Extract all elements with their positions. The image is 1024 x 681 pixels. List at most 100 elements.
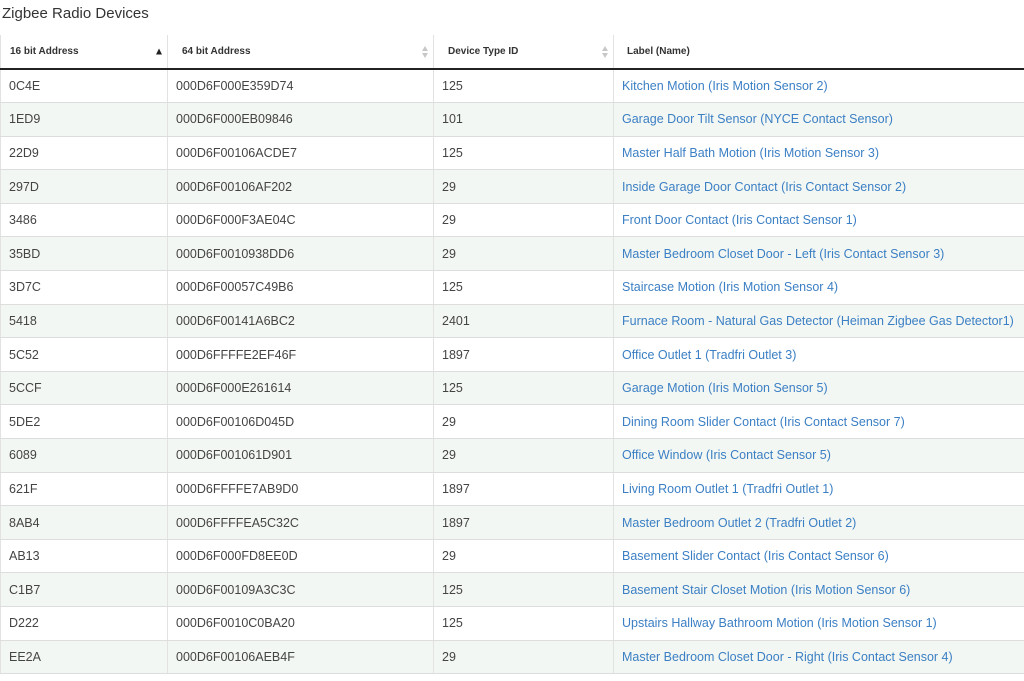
column-label: Label (Name) bbox=[627, 46, 690, 57]
cell-16bit-address: EE2A bbox=[0, 640, 168, 675]
cell-64bit-address: 000D6F00106AF202 bbox=[167, 169, 434, 204]
device-label-link[interactable]: Master Bedroom Closet Door - Left (Iris … bbox=[622, 247, 944, 261]
cell-16bit-address: 297D bbox=[0, 169, 168, 204]
cell-device-type-id: 1897 bbox=[433, 505, 614, 540]
cell-64bit-address: 000D6FFFFE2EF46F bbox=[167, 337, 434, 372]
page-title: Zigbee Radio Devices bbox=[2, 5, 149, 22]
cell-device-type-id: 125 bbox=[433, 136, 614, 171]
device-label-link[interactable]: Garage Door Tilt Sensor (NYCE Contact Se… bbox=[622, 112, 893, 126]
device-label-link[interactable]: Dining Room Slider Contact (Iris Contact… bbox=[622, 415, 905, 429]
cell-16bit-address: 35BD bbox=[0, 236, 168, 272]
device-label-link[interactable]: Basement Slider Contact (Iris Contact Se… bbox=[622, 549, 889, 563]
cell-16bit-address: 621F bbox=[0, 472, 168, 507]
table-row: 5C52 000D6FFFFE2EF46F 1897 Office Outlet 1 … bbox=[0, 337, 1024, 372]
cell-device-type-id: 29 bbox=[433, 169, 614, 204]
cell-device-type-id: 2401 bbox=[433, 304, 614, 339]
device-label-link[interactable]: Kitchen Motion (Iris Motion Sensor 2) bbox=[622, 79, 828, 93]
cell-label-name: Basement Slider Contact (Iris Contact Se… bbox=[613, 539, 1024, 574]
cell-64bit-address: 000D6F000FD8EE0D bbox=[167, 539, 434, 574]
cell-label-name: Garage Motion (Iris Motion Sensor 5) bbox=[613, 371, 1024, 406]
cell-device-type-id: 29 bbox=[433, 539, 614, 574]
cell-64bit-address: 000D6F00057C49B6 bbox=[167, 270, 434, 305]
page: Zigbee Radio Devices 16 bit Address 64 b… bbox=[0, 0, 1024, 681]
cell-16bit-address: 3D7C bbox=[0, 270, 168, 305]
cell-16bit-address: 8AB4 bbox=[0, 505, 168, 540]
cell-64bit-address: 000D6F000E359D74 bbox=[167, 69, 434, 104]
cell-16bit-address: 5CCF bbox=[0, 371, 168, 406]
cell-64bit-address: 000D6F00106ACDE7 bbox=[167, 136, 434, 171]
column-label: 64 bit Address bbox=[182, 46, 251, 57]
cell-64bit-address: 000D6F0010C0BA20 bbox=[167, 606, 434, 641]
column-header-64bit-address[interactable]: 64 bit Address bbox=[167, 35, 434, 70]
device-label-link[interactable]: Furnace Room - Natural Gas Detector (Hei… bbox=[622, 314, 1014, 328]
cell-label-name: Front Door Contact (Iris Contact Sensor … bbox=[613, 203, 1024, 238]
table-row: 621F 000D6FFFFE7AB9D0 1897 Living Room Outl… bbox=[0, 472, 1024, 507]
device-label-link[interactable]: Staircase Motion (Iris Motion Sensor 4) bbox=[622, 280, 838, 294]
device-label-link[interactable]: Office Outlet 1 (Tradfri Outlet 3) bbox=[622, 348, 796, 362]
cell-device-type-id: 125 bbox=[433, 270, 614, 305]
cell-device-type-id: 1897 bbox=[433, 472, 614, 507]
cell-64bit-address: 000D6F000E261614 bbox=[167, 371, 434, 406]
cell-16bit-address: C1B7 bbox=[0, 572, 168, 607]
sort-both-icon[interactable] bbox=[602, 45, 609, 58]
device-label-link[interactable]: Garage Motion (Iris Motion Sensor 5) bbox=[622, 381, 828, 395]
table-row: 22D9 000D6F00106ACDE7 125 Master Half Bath … bbox=[0, 136, 1024, 171]
sort-both-icon[interactable] bbox=[422, 45, 429, 58]
cell-16bit-address: 5C52 bbox=[0, 337, 168, 372]
cell-64bit-address: 000D6F00141A6BC2 bbox=[167, 304, 434, 339]
cell-16bit-address: AB13 bbox=[0, 539, 168, 574]
cell-64bit-address: 000D6F001061D901 bbox=[167, 438, 434, 473]
column-header-label-name[interactable]: Label (Name) bbox=[613, 35, 1024, 70]
cell-label-name: Office Window (Iris Contact Sensor 5) bbox=[613, 438, 1024, 473]
cell-device-type-id: 29 bbox=[433, 438, 614, 473]
device-label-link[interactable]: Inside Garage Door Contact (Iris Contact… bbox=[622, 180, 906, 194]
table-row: C1B7 000D6F00109A3C3C 125 Basement Stair Cl… bbox=[0, 572, 1024, 607]
cell-label-name: Furnace Room - Natural Gas Detector (Hei… bbox=[613, 304, 1024, 339]
device-label-link[interactable]: Master Bedroom Outlet 2 (Tradfri Outlet … bbox=[622, 516, 856, 530]
table-row: 5CCF 000D6F000E261614 125 Garage Motion (Ir… bbox=[0, 371, 1024, 406]
cell-device-type-id: 125 bbox=[433, 572, 614, 607]
device-label-link[interactable]: Master Bedroom Closet Door - Right (Iris… bbox=[622, 650, 953, 664]
cell-label-name: Kitchen Motion (Iris Motion Sensor 2) bbox=[613, 69, 1024, 104]
cell-64bit-address: 000D6FFFFEA5C32C bbox=[167, 505, 434, 540]
column-label: 16 bit Address bbox=[10, 46, 79, 57]
device-label-link[interactable]: Front Door Contact (Iris Contact Sensor … bbox=[622, 213, 857, 227]
cell-16bit-address: 3486 bbox=[0, 203, 168, 238]
table-row: 5418 000D6F00141A6BC2 2401 Furnace Room - N… bbox=[0, 304, 1024, 339]
cell-64bit-address: 000D6F00106AEB4F bbox=[167, 640, 434, 675]
device-label-link[interactable]: Office Window (Iris Contact Sensor 5) bbox=[622, 448, 831, 462]
cell-16bit-address: 5418 bbox=[0, 304, 168, 339]
cell-label-name: Master Half Bath Motion (Iris Motion Sen… bbox=[613, 136, 1024, 171]
cell-16bit-address: 22D9 bbox=[0, 136, 168, 171]
cell-device-type-id: 125 bbox=[433, 69, 614, 104]
column-header-device-type-id[interactable]: Device Type ID bbox=[433, 35, 614, 70]
cell-device-type-id: 125 bbox=[433, 371, 614, 406]
cell-device-type-id: 125 bbox=[433, 606, 614, 641]
cell-16bit-address: 5DE2 bbox=[0, 404, 168, 440]
table-row: 3D7C 000D6F00057C49B6 125 Staircase Motion … bbox=[0, 270, 1024, 305]
table-row: 8AB4 000D6FFFFEA5C32C 1897 Master Bedroom O… bbox=[0, 505, 1024, 540]
cell-64bit-address: 000D6F00106D045D bbox=[167, 404, 434, 440]
zigbee-devices-table: 16 bit Address 64 bit Address Device Typ… bbox=[0, 35, 1024, 675]
cell-16bit-address: 1ED9 bbox=[0, 102, 168, 137]
device-label-link[interactable]: Upstairs Hallway Bathroom Motion (Iris M… bbox=[622, 616, 937, 630]
cell-label-name: Master Bedroom Closet Door - Left (Iris … bbox=[613, 236, 1024, 272]
cell-16bit-address: 0C4E bbox=[0, 69, 168, 104]
device-label-link[interactable]: Master Half Bath Motion (Iris Motion Sen… bbox=[622, 146, 879, 160]
table-row: 297D 000D6F00106AF202 29 Inside Garage Door… bbox=[0, 169, 1024, 204]
table-row: AB13 000D6F000FD8EE0D 29 Basement Slider Co… bbox=[0, 539, 1024, 574]
column-header-16bit-address[interactable]: 16 bit Address bbox=[0, 35, 168, 70]
cell-device-type-id: 29 bbox=[433, 203, 614, 238]
device-label-link[interactable]: Basement Stair Closet Motion (Iris Motio… bbox=[622, 583, 910, 597]
cell-64bit-address: 000D6F000EB09846 bbox=[167, 102, 434, 137]
cell-device-type-id: 101 bbox=[433, 102, 614, 137]
cell-label-name: Office Outlet 1 (Tradfri Outlet 3) bbox=[613, 337, 1024, 372]
cell-16bit-address: 6089 bbox=[0, 438, 168, 473]
table-row: 1ED9 000D6F000EB09846 101 Garage Door Tilt … bbox=[0, 102, 1024, 137]
device-label-link[interactable]: Living Room Outlet 1 (Tradfri Outlet 1) bbox=[622, 482, 833, 496]
sort-ascending-icon[interactable] bbox=[156, 48, 163, 55]
table-row: EE2A 000D6F00106AEB4F 29 Master Bedroom Clo… bbox=[0, 640, 1024, 675]
cell-device-type-id: 29 bbox=[433, 236, 614, 272]
header-row: 16 bit Address 64 bit Address Device Typ… bbox=[0, 35, 1024, 70]
table-header: 16 bit Address 64 bit Address Device Typ… bbox=[0, 35, 1024, 70]
